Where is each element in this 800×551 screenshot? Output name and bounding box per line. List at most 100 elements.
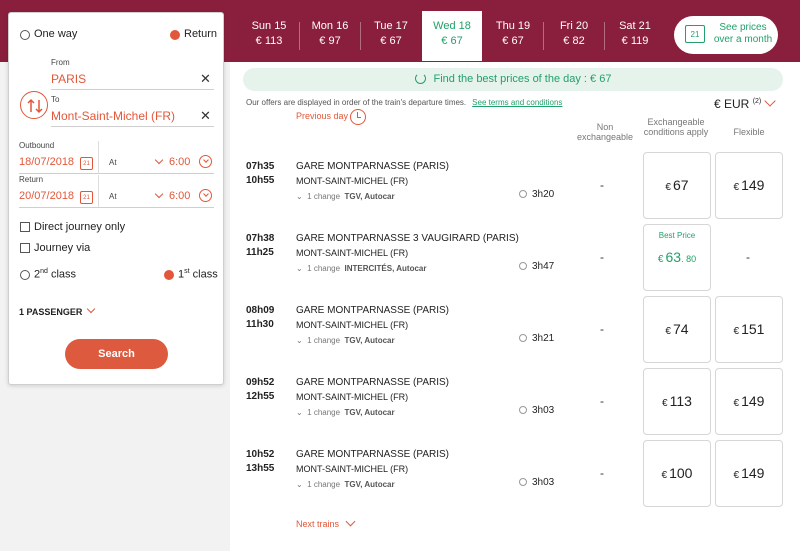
arrival-time: 11h30 xyxy=(246,319,274,330)
train-types: INTERCITÉS, Autocar xyxy=(344,264,427,273)
train-types: TGV, Autocar xyxy=(344,192,395,201)
calendar-icon[interactable]: 21 xyxy=(80,157,93,170)
see-month-prices-button[interactable]: 21 See prices over a month xyxy=(674,16,778,54)
currency-symbol: € xyxy=(733,398,740,409)
duration: 3h03 xyxy=(519,477,554,488)
journey-details[interactable]: ⌄ 1 change INTERCITÉS, Autocar xyxy=(296,264,426,273)
exchangeable-price-card[interactable]: €113 xyxy=(643,368,711,435)
chevron-down-icon[interactable] xyxy=(154,155,164,165)
one-way-radio[interactable] xyxy=(20,30,30,40)
best-price-text: Find the best prices of the day : € 67 xyxy=(433,73,612,85)
offers-note-text: Our offers are displayed in order of the… xyxy=(246,98,467,107)
price-value: 149 xyxy=(741,177,765,193)
tab-price: € 97 xyxy=(319,35,341,47)
exchangeable-price-card[interactable]: €67 xyxy=(643,152,711,219)
changes: 1 change xyxy=(307,336,341,345)
terms-link[interactable]: See terms and conditions xyxy=(472,98,562,107)
price-value: 149 xyxy=(741,393,765,409)
tab-price: € 67 xyxy=(502,35,524,47)
changes: 1 change xyxy=(307,480,341,489)
date-tab[interactable]: Thu 19 € 67 xyxy=(483,11,543,61)
duration: 3h47 xyxy=(519,261,554,272)
return-time-field[interactable]: 6:00 xyxy=(169,190,190,202)
departure-station: GARE MONTPARNASSE (PARIS) xyxy=(296,449,449,460)
to-field[interactable]: Mont-Saint-Michel (FR) xyxy=(51,109,175,123)
departure-station: GARE MONTPARNASSE (PARIS) xyxy=(296,377,449,388)
journey-details[interactable]: ⌄ 1 change TGV, Autocar xyxy=(296,336,395,345)
currency-selector[interactable]: € EUR (2) xyxy=(714,97,761,111)
direct-only-checkbox[interactable] xyxy=(20,222,30,232)
swap-stations-button[interactable] xyxy=(20,91,48,119)
passengers-selector[interactable]: 1 PASSENGER xyxy=(19,307,82,317)
col-exchangeable: Exchangeable conditions apply xyxy=(643,117,709,137)
arrival-time: 11h25 xyxy=(246,247,274,258)
best-price-card[interactable]: Best Price €63. 80 xyxy=(643,224,711,291)
arrival-time: 12h55 xyxy=(246,391,275,402)
best-price-bar[interactable]: Find the best prices of the day : € 67 xyxy=(243,68,783,91)
tab-day: Mon 16 xyxy=(311,20,349,32)
second-class-label[interactable]: 2nd class xyxy=(34,268,76,281)
flexible-price-card[interactable]: €149 xyxy=(715,368,783,435)
tab-day: Wed 18 xyxy=(433,20,471,32)
next-trains-link[interactable]: Next trains xyxy=(296,519,339,529)
search-button[interactable]: Search xyxy=(65,339,168,369)
first-class-label[interactable]: 1st class xyxy=(178,268,218,281)
flexible-price-card[interactable]: €151 xyxy=(715,296,783,363)
date-tab[interactable]: Mon 16 € 97 xyxy=(300,11,360,61)
changes: 1 change xyxy=(307,264,341,273)
search-panel: One way Return From PARIS ✕ To Mont-Sain… xyxy=(8,12,224,385)
clock-icon xyxy=(519,478,527,486)
date-tab[interactable]: Sun 15 € 113 xyxy=(239,11,299,61)
tab-price: € 113 xyxy=(255,35,283,47)
duration-text: 3h47 xyxy=(532,261,555,272)
exchangeable-price-card[interactable]: €100 xyxy=(643,440,711,507)
journey-details[interactable]: ⌄ 1 change TGV, Autocar xyxy=(296,192,395,201)
exchangeable-price-card[interactable]: €74 xyxy=(643,296,711,363)
journey-details[interactable]: ⌄ 1 change TGV, Autocar xyxy=(296,408,395,417)
flexible-price-card[interactable]: €149 xyxy=(715,152,783,219)
at-label: At xyxy=(109,158,117,167)
duration-text: 3h21 xyxy=(532,333,555,344)
swap-arrows-icon xyxy=(27,98,43,114)
date-tab[interactable]: Fri 20 € 82 xyxy=(544,11,604,61)
journey-via-label[interactable]: Journey via xyxy=(34,242,90,254)
calendar-icon[interactable]: 21 xyxy=(80,191,93,204)
departure-time: 07h35 xyxy=(246,161,275,172)
clear-from-icon[interactable]: ✕ xyxy=(200,72,211,85)
journey-details[interactable]: ⌄ 1 change TGV, Autocar xyxy=(296,480,395,489)
price-value: 149 xyxy=(741,465,765,481)
outbound-time-field[interactable]: 6:00 xyxy=(169,156,190,168)
col-non-exchangeable: Non exchangeable xyxy=(576,122,634,142)
return-label[interactable]: Return xyxy=(184,28,217,40)
return-radio[interactable] xyxy=(170,30,180,40)
one-way-label[interactable]: One way xyxy=(34,28,77,40)
tab-day: Sun 15 xyxy=(251,20,287,32)
time-chevron-icon[interactable] xyxy=(199,189,212,202)
date-tab[interactable]: Tue 17 € 67 xyxy=(361,11,421,61)
arrival-station: MONT-SAINT-MICHEL (FR) xyxy=(296,320,409,330)
date-tab-active[interactable]: Wed 18 € 67 xyxy=(422,11,482,61)
from-field[interactable]: PARIS xyxy=(51,72,86,86)
divider xyxy=(98,175,99,207)
changes: 1 change xyxy=(307,192,341,201)
first-class-radio[interactable] xyxy=(164,270,174,280)
journey-via-checkbox[interactable] xyxy=(20,243,30,253)
second-class-radio[interactable] xyxy=(20,270,30,280)
date-tab[interactable]: Sat 21 € 119 xyxy=(605,11,665,61)
previous-day-link[interactable]: Previous day xyxy=(296,111,348,121)
chevron-down-icon[interactable] xyxy=(86,304,96,314)
price-cents: . 80 xyxy=(681,254,697,264)
outbound-date-field[interactable]: 18/07/2018 xyxy=(19,156,74,168)
clock-icon[interactable] xyxy=(350,109,366,125)
time-chevron-icon[interactable] xyxy=(199,155,212,168)
clear-to-icon[interactable]: ✕ xyxy=(200,109,211,122)
chevron-down-icon[interactable] xyxy=(154,189,164,199)
direct-only-label[interactable]: Direct journey only xyxy=(34,221,125,233)
return-date-field[interactable]: 20/07/2018 xyxy=(19,190,74,202)
arrival-station: MONT-SAINT-MICHEL (FR) xyxy=(296,464,409,474)
clock-icon xyxy=(519,262,527,270)
tab-day: Tue 17 xyxy=(374,20,408,32)
flexible-price-card[interactable]: €149 xyxy=(715,440,783,507)
arrival-station: MONT-SAINT-MICHEL (FR) xyxy=(296,248,409,258)
departure-time: 07h38 xyxy=(246,233,275,244)
